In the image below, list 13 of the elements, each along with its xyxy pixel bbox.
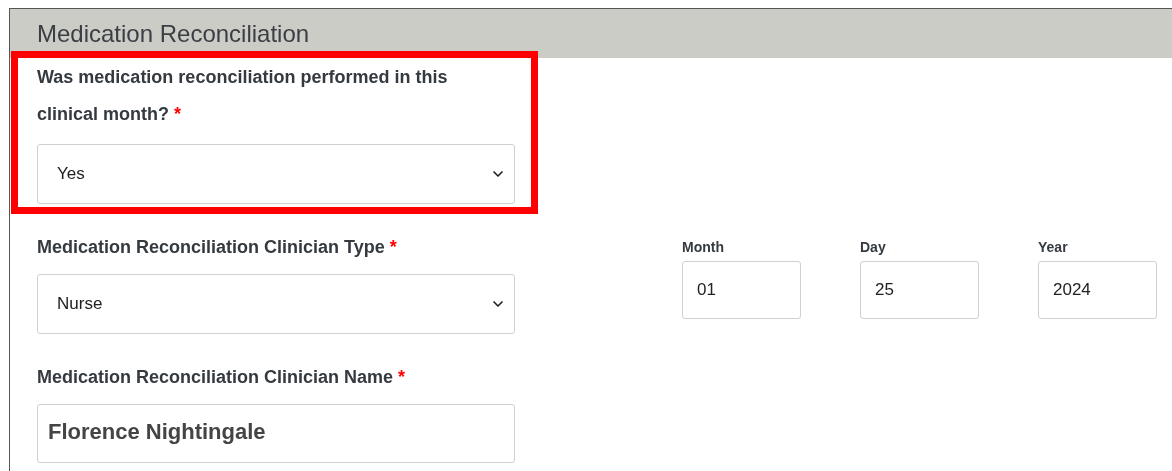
date-label: Month <box>682 239 725 255</box>
date-label: Year <box>1038 239 1069 255</box>
field-label: Medication Reconciliation Clinician Type * <box>37 236 398 259</box>
field-label: Medication Reconciliation Clinician Name * <box>37 366 407 389</box>
dropdown[interactable]: Nurse <box>37 274 515 334</box>
field-label: Was medication reconciliation performed in this clinical month? * <box>37 66 449 126</box>
input-field[interactable]: 2024 <box>1038 261 1157 319</box>
input-field[interactable]: 25 <box>860 261 979 319</box>
section-title: Medication Reconciliation <box>37 18 310 49</box>
input-field[interactable]: Florence Nightingale <box>37 404 515 463</box>
dropdown[interactable]: Yes <box>37 144 515 204</box>
date-label: Day <box>860 239 887 255</box>
input-field[interactable]: 01 <box>682 261 801 319</box>
